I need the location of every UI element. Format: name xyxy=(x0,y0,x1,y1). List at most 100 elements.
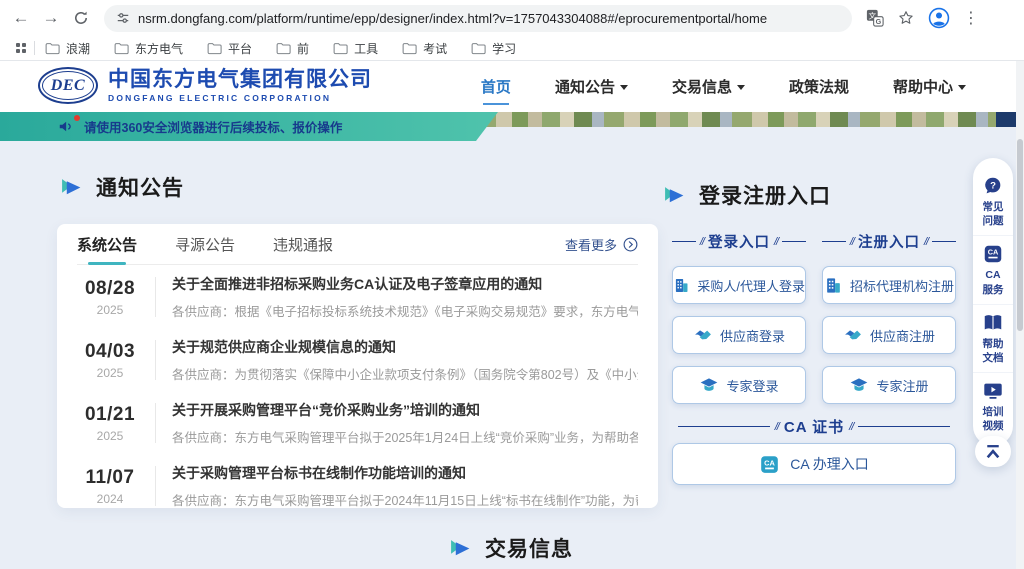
ca-badge-icon: CA xyxy=(982,243,1004,265)
page-scrollbar xyxy=(1016,61,1024,569)
notice-row[interactable]: 01/212025 关于开展采购管理平台“竞价采购业务”培训的通知 各供应商：东… xyxy=(77,391,638,454)
supplier-login-button[interactable]: 供应商登录 xyxy=(672,316,806,354)
notice-title[interactable]: 关于规范供应商企业规模信息的通知 xyxy=(172,337,638,357)
chevron-down-icon xyxy=(737,85,745,90)
announcement-marquee: 请使用360安全浏览器进行后续投标、报价操作 xyxy=(0,112,498,141)
tab-sourcing-notices[interactable]: 寻源公告 xyxy=(175,224,235,265)
scrollbar-thumb[interactable] xyxy=(1017,139,1023,331)
profile-avatar-icon[interactable] xyxy=(928,7,950,29)
graduation-cap-icon xyxy=(849,375,869,395)
site-settings-icon[interactable] xyxy=(116,11,130,25)
notice-row[interactable]: 11/072024 关于采购管理平台标书在线制作功能培训的通知 各供应商：东方电… xyxy=(77,454,638,517)
bookmark-folder[interactable]: 东方电气 xyxy=(114,40,183,57)
address-bar[interactable]: nsrm.dongfang.com/platform/runtime/epp/d… xyxy=(104,5,852,32)
agency-register-button[interactable]: 招标代理机构注册 xyxy=(822,266,956,304)
supplier-register-button[interactable]: 供应商注册 xyxy=(822,316,956,354)
bookmark-star-icon[interactable] xyxy=(897,9,915,27)
bookmark-folder[interactable]: 平台 xyxy=(207,40,252,57)
notice-date: 01/212025 xyxy=(77,404,143,443)
notice-title[interactable]: 关于开展采购管理平台“竞价采购业务”培训的通知 xyxy=(172,400,638,420)
bookmark-folder[interactable]: 考试 xyxy=(402,40,447,57)
bookmark-folder[interactable]: 工具 xyxy=(333,40,378,57)
building-icon xyxy=(673,276,690,295)
folder-icon xyxy=(471,42,486,55)
notice-summary: 各供应商：为贯彻落实《保障中小企业款项支付条例》（国务院令第802号）及《中小企… xyxy=(172,364,638,383)
folder-icon xyxy=(45,42,60,55)
company-name-en: DONGFANG ELECTRIC CORPORATION xyxy=(108,93,372,103)
divider xyxy=(34,41,35,55)
expert-login-button[interactable]: 专家登录 xyxy=(672,366,806,404)
notice-date: 04/032025 xyxy=(77,341,143,380)
notice-row[interactable]: 04/032025 关于规范供应商企业规模信息的通知 各供应商：为贯彻落实《保障… xyxy=(77,328,638,391)
handshake-icon xyxy=(693,325,713,345)
section-arrow-icon xyxy=(663,184,686,207)
purchaser-login-button[interactable]: 采购人/代理人登录 xyxy=(672,266,806,304)
nav-notices[interactable]: 通知公告 xyxy=(555,70,628,103)
notices-tabs: 系统公告 寻源公告 违规通报 查看更多 xyxy=(77,224,638,265)
back-to-top-icon xyxy=(983,443,1003,461)
notice-date: 11/072024 xyxy=(77,467,143,506)
back-button[interactable]: ← xyxy=(6,3,36,33)
trade-section-title: 交易信息 xyxy=(449,533,573,563)
entry-button-grid: 采购人/代理人登录 招标代理机构注册 供应商登录 供应商注册 专家登录 xyxy=(672,266,956,404)
sidebar-item-training-videos[interactable]: 培训视频 xyxy=(973,372,1013,440)
reload-button[interactable] xyxy=(66,3,96,33)
forward-button[interactable]: → xyxy=(36,3,66,33)
section-arrow-icon xyxy=(60,176,83,199)
video-icon xyxy=(982,380,1004,402)
browser-toolbar: ← → nsrm.dongfang.com/platform/runtime/e… xyxy=(0,0,1024,36)
building-icon xyxy=(824,276,843,295)
translate-icon[interactable]: 文 G xyxy=(866,9,884,27)
apps-grid-icon[interactable] xyxy=(16,43,26,53)
notice-row[interactable]: 08/282025 关于全面推进非招标采购业务CA认证及电子签章应用的通知 各供… xyxy=(77,265,638,328)
notice-title[interactable]: 关于全面推进非招标采购业务CA认证及电子签章应用的通知 xyxy=(172,274,638,294)
divider xyxy=(155,277,156,317)
question-icon: ? xyxy=(982,175,1004,197)
folder-icon xyxy=(276,42,291,55)
folder-icon xyxy=(207,42,222,55)
speaker-icon xyxy=(58,118,75,135)
notice-title[interactable]: 关于采购管理平台标书在线制作功能培训的通知 xyxy=(172,463,638,483)
nav-help-center[interactable]: 帮助中心 xyxy=(893,70,966,103)
back-to-top-button[interactable] xyxy=(975,436,1011,467)
floating-sidebar: ? 常见问题 CA CA 服务 帮助文档 培训视频 xyxy=(973,158,1013,446)
bookmark-folder[interactable]: 前 xyxy=(276,40,309,57)
company-name-cn: 中国东方电气集团有限公司 xyxy=(108,68,372,91)
sidebar-item-help-docs[interactable]: 帮助文档 xyxy=(973,304,1013,372)
book-icon xyxy=(982,312,1004,334)
chevron-down-icon xyxy=(620,85,628,90)
reload-icon xyxy=(73,10,89,26)
svg-text:G: G xyxy=(876,17,882,26)
view-more-link[interactable]: 查看更多 xyxy=(565,235,638,254)
notice-summary: 各供应商：东方电气采购管理平台拟于2024年11月15日上线“标书在线制作”功能… xyxy=(172,490,638,509)
tab-system-notices[interactable]: 系统公告 xyxy=(77,224,137,265)
sidebar-item-faq[interactable]: ? 常见问题 xyxy=(973,168,1013,235)
divider xyxy=(155,340,156,380)
expert-register-button[interactable]: 专家注册 xyxy=(822,366,956,404)
divider xyxy=(155,403,156,443)
nav-policies[interactable]: 政策法规 xyxy=(789,70,849,103)
sidebar-item-ca-service[interactable]: CA CA 服务 xyxy=(973,235,1013,303)
bookmark-folder[interactable]: 学习 xyxy=(471,40,516,57)
hero-photo-strip xyxy=(996,112,1018,127)
notice-summary: 各供应商：东方电气采购管理平台拟于2025年1月24日上线“竞价采购”业务，为帮… xyxy=(172,427,638,446)
section-arrow-icon xyxy=(449,537,472,560)
tab-violation-reports[interactable]: 违规通报 xyxy=(273,224,333,265)
bookmark-folder[interactable]: 浪潮 xyxy=(45,40,90,57)
nav-trade-info[interactable]: 交易信息 xyxy=(672,70,745,103)
chevron-down-icon xyxy=(958,85,966,90)
divider xyxy=(155,466,156,506)
svg-text:?: ? xyxy=(990,181,996,192)
url-text[interactable]: nsrm.dongfang.com/platform/runtime/epp/d… xyxy=(138,11,767,26)
notices-card: 系统公告 寻源公告 违规通报 查看更多 08/282025 关于全面推进非招标采… xyxy=(57,224,658,508)
company-logo[interactable]: DEC 中国东方电气集团有限公司 DONGFANG ELECTRIC CORPO… xyxy=(38,67,372,104)
site-header: DEC 中国东方电气集团有限公司 DONGFANG ELECTRIC CORPO… xyxy=(0,61,1024,112)
ca-badge-icon: CA xyxy=(759,454,780,475)
nav-home[interactable]: 首页 xyxy=(481,70,511,103)
browser-menu-icon[interactable]: ⋮ xyxy=(963,8,979,28)
register-column-header: // 注册入口 // xyxy=(822,231,956,252)
svg-text:CA: CA xyxy=(764,458,775,467)
ca-section-header: // CA 证书 // xyxy=(660,416,968,437)
ca-apply-button[interactable]: CA CA 办理入口 xyxy=(672,443,956,485)
circle-arrow-icon xyxy=(623,237,638,252)
